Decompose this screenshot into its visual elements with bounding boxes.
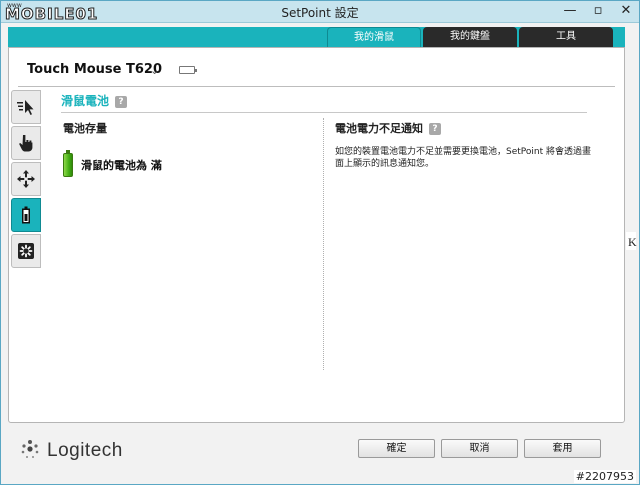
battery-status-text: 滑鼠的電池為 滿 [81,159,162,172]
move-arrows-icon [17,170,35,188]
sidebar-item-touch[interactable] [11,126,41,160]
title-bar[interactable]: www MOBILE01 SetPoint 設定 — ▫ ✕ [1,1,639,24]
low-battery-heading-text: 電池電力不足通知 [335,122,423,135]
battery-level-heading: 電池存量 [63,122,107,135]
apply-button[interactable]: 套用 [524,439,601,458]
maximize-icon[interactable]: ▫ [591,4,605,18]
chevron-down-icon[interactable]: ⌄ [150,64,159,77]
battery-full-icon [63,150,73,177]
main-panel: Touch Mouse T620 ⌄ 滑鼠電池 ? 電池存量 電池電力不足通知 … [8,47,625,423]
header-divider [18,86,615,87]
low-battery-heading: 電池電力不足通知? [335,120,441,136]
section-title-text: 滑鼠電池 [61,94,110,108]
column-divider [323,118,324,370]
cancel-button[interactable]: 取消 [441,439,518,458]
low-battery-description: 如您的裝置電池電力不足並需要更換電池，SetPoint 將會透過畫面上顯示的訊息… [335,147,591,169]
touch-hand-icon [19,135,33,152]
background-window-letter: K [628,235,637,249]
tab-my-keyboard[interactable]: 我的鍵盤 [423,27,517,47]
sidebar-item-settings[interactable] [11,234,41,268]
setpoint-window: www MOBILE01 SetPoint 設定 — ▫ ✕ 我的滑鼠 我的鍵盤… [0,0,640,485]
logitech-logo-icon [19,438,41,464]
battery-status-row: 滑鼠的電池為 滿 [63,150,162,177]
battery-icon [22,206,30,224]
dialog-buttons: 確定 取消 套用 [358,439,601,458]
device-battery-icon [179,66,197,74]
top-tabs: 我的滑鼠 我的鍵盤 工具 [327,27,613,47]
sidebar-item-move[interactable] [11,162,41,196]
ok-button[interactable]: 確定 [358,439,435,458]
window-controls: — ▫ ✕ [563,4,633,18]
logitech-logo: Logitech [19,438,123,464]
sidebar-item-pointer[interactable] [11,90,41,124]
settings-gear-icon [18,243,34,259]
minimize-icon[interactable]: — [563,4,577,18]
section-title: 滑鼠電池? [61,92,128,109]
watermark-id: #2207953 [573,470,636,483]
tab-my-mouse[interactable]: 我的滑鼠 [327,27,421,47]
section-divider [61,112,587,113]
pointer-speed-icon [17,100,34,115]
logitech-logo-text: Logitech [47,440,123,461]
close-icon[interactable]: ✕ [619,4,633,18]
help-icon[interactable]: ? [115,96,128,108]
sidebar-nav [11,90,45,268]
window-title: SetPoint 設定 [281,6,359,20]
tab-tools[interactable]: 工具 [519,27,613,47]
help-icon[interactable]: ? [429,123,441,135]
sidebar-item-battery[interactable] [11,198,41,232]
device-selector-label[interactable]: Touch Mouse T620 [27,62,162,77]
